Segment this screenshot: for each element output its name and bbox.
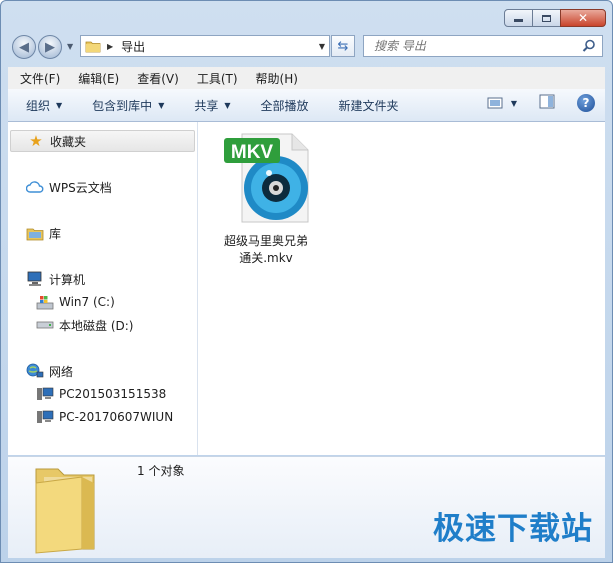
address-dropdown-icon[interactable]: ▼ bbox=[319, 42, 325, 51]
file-name-line-2: 通关.mkv bbox=[239, 251, 293, 265]
share-label: 共享 bbox=[194, 98, 219, 113]
chevron-down-icon: ▼ bbox=[158, 100, 165, 110]
star-icon: ★ bbox=[29, 132, 43, 150]
menu-help[interactable]: 帮助(H) bbox=[244, 70, 304, 87]
cloud-icon bbox=[26, 179, 44, 195]
nav-drive-d-label: 本地磁盘 (D:) bbox=[59, 318, 134, 333]
nav-libraries[interactable]: 库 bbox=[26, 223, 61, 243]
include-in-library-label: 包含到库中 bbox=[92, 98, 153, 113]
close-icon: ✕ bbox=[577, 11, 589, 25]
mkv-video-file-icon: MKV bbox=[224, 133, 309, 223]
item-count: 1 个对象 bbox=[137, 464, 185, 478]
menu-file[interactable]: 文件(F) bbox=[8, 70, 66, 87]
play-all-label: 全部播放 bbox=[260, 98, 309, 113]
file-name[interactable]: 超级马里奥兄弟 通关.mkv bbox=[216, 233, 316, 267]
toolbar-right-group: ▼ ? bbox=[475, 94, 595, 112]
maximize-icon bbox=[542, 14, 551, 22]
file-item[interactable]: MKV 超级马里奥兄弟 通关.mkv bbox=[216, 130, 316, 267]
include-in-library-button[interactable]: 包含到库中 ▼ bbox=[92, 97, 164, 114]
nav-favorites[interactable]: ★ 收藏夹 bbox=[10, 130, 195, 152]
preview-pane-button[interactable] bbox=[539, 94, 555, 112]
nav-pc-1[interactable]: PC201503151538 bbox=[36, 384, 166, 404]
nav-pc-1-label: PC201503151538 bbox=[59, 387, 167, 401]
nav-drive-d[interactable]: 本地磁盘 (D:) bbox=[36, 315, 133, 335]
recent-pages-dropdown[interactable]: ▼ bbox=[67, 42, 73, 51]
nav-libraries-label: 库 bbox=[49, 226, 62, 241]
refresh-button[interactable]: ⇆ bbox=[331, 35, 355, 57]
new-folder-button[interactable]: 新建文件夹 bbox=[339, 97, 399, 114]
nav-network-label: 网络 bbox=[49, 364, 74, 379]
organize-label: 组织 bbox=[26, 98, 51, 113]
nav-computer[interactable]: 计算机 bbox=[26, 269, 85, 289]
computer-icon bbox=[26, 271, 44, 287]
watermark-logo: 极速下载站 bbox=[433, 511, 593, 547]
file-list-area[interactable]: MKV 超级马里奥兄弟 通关.mkv bbox=[198, 122, 605, 455]
menu-bar: 文件(F) 编辑(E) 查看(V) 工具(T) 帮助(H) bbox=[8, 67, 605, 90]
nav-computer-label: 计算机 bbox=[49, 272, 86, 287]
breadcrumb-current[interactable]: 导出 bbox=[121, 38, 145, 55]
nav-drive-c-label: Win7 (C:) bbox=[59, 295, 115, 309]
new-folder-label: 新建文件夹 bbox=[338, 98, 399, 113]
mkv-badge: MKV bbox=[231, 142, 274, 163]
nav-drive-c[interactable]: Win7 (C:) bbox=[36, 292, 115, 312]
folder-large-icon bbox=[35, 468, 95, 554]
network-icon bbox=[26, 363, 44, 379]
play-all-button[interactable]: 全部播放 bbox=[261, 97, 309, 114]
breadcrumb-separator[interactable]: ▶ bbox=[107, 42, 113, 51]
minimize-icon bbox=[514, 19, 523, 22]
forward-button[interactable]: ▶ bbox=[38, 35, 62, 59]
back-arrow-icon: ◀ bbox=[19, 39, 29, 55]
help-icon[interactable]: ? bbox=[577, 94, 595, 112]
navigation-pane: ★ 收藏夹 WPS云文档 库 计算机 Win7 (C:) 本地磁盘 (D:) 网… bbox=[8, 122, 198, 455]
nav-network[interactable]: 网络 bbox=[26, 361, 73, 381]
refresh-icon: ⇆ bbox=[337, 38, 349, 54]
caption-buttons: ✕ bbox=[504, 9, 606, 27]
change-view-button[interactable]: ▼ bbox=[487, 96, 517, 110]
minimize-button[interactable] bbox=[504, 9, 533, 27]
address-row: ◀ ▶ ▼ ▶ 导出 ▼ ⇆ bbox=[1, 33, 612, 61]
maximize-button[interactable] bbox=[532, 9, 561, 27]
file-name-line-1: 超级马里奥兄弟 bbox=[223, 234, 308, 248]
command-bar: 组织 ▼ 包含到库中 ▼ 共享 ▼ 全部播放 新建文件夹 ▼ ? bbox=[8, 89, 605, 122]
menu-view[interactable]: 查看(V) bbox=[125, 70, 185, 87]
menu-tools[interactable]: 工具(T) bbox=[185, 70, 244, 87]
organize-button[interactable]: 组织 ▼ bbox=[26, 97, 62, 114]
nav-favorites-label: 收藏夹 bbox=[50, 134, 87, 149]
chevron-down-icon: ▼ bbox=[56, 100, 63, 110]
forward-arrow-icon: ▶ bbox=[45, 39, 55, 55]
address-bar[interactable]: ▶ 导出 ▼ bbox=[80, 35, 330, 57]
search-box[interactable] bbox=[363, 35, 603, 57]
nav-wps-cloud[interactable]: WPS云文档 bbox=[26, 177, 112, 197]
menu-edit[interactable]: 编辑(E) bbox=[66, 70, 125, 87]
folder-icon bbox=[85, 41, 101, 53]
view-icon bbox=[487, 97, 503, 109]
network-computer-icon bbox=[36, 386, 54, 402]
back-button[interactable]: ◀ bbox=[12, 35, 36, 59]
explorer-window: ✕ ◀ ▶ ▼ ▶ 导出 ▼ ⇆ 文件(F) 编辑(E) 查看(V) 工 bbox=[0, 0, 613, 563]
chevron-down-icon: ▼ bbox=[224, 100, 231, 110]
preview-pane-icon bbox=[539, 94, 555, 109]
system-drive-icon bbox=[36, 294, 54, 310]
close-button[interactable]: ✕ bbox=[560, 9, 606, 27]
nav-wps-cloud-label: WPS云文档 bbox=[49, 180, 112, 195]
drive-icon bbox=[36, 317, 54, 333]
search-icon[interactable] bbox=[582, 39, 596, 53]
details-pane: 1 个对象 极速下载站 bbox=[8, 456, 605, 558]
view-dropdown-icon: ▼ bbox=[510, 98, 517, 108]
library-icon bbox=[26, 225, 44, 241]
nav-pc-2[interactable]: PC-20170607WIUN bbox=[36, 407, 173, 427]
nav-pc-2-label: PC-20170607WIUN bbox=[59, 410, 174, 424]
network-computer-icon bbox=[36, 409, 54, 425]
share-button[interactable]: 共享 ▼ bbox=[194, 97, 230, 114]
search-input[interactable] bbox=[372, 38, 576, 54]
